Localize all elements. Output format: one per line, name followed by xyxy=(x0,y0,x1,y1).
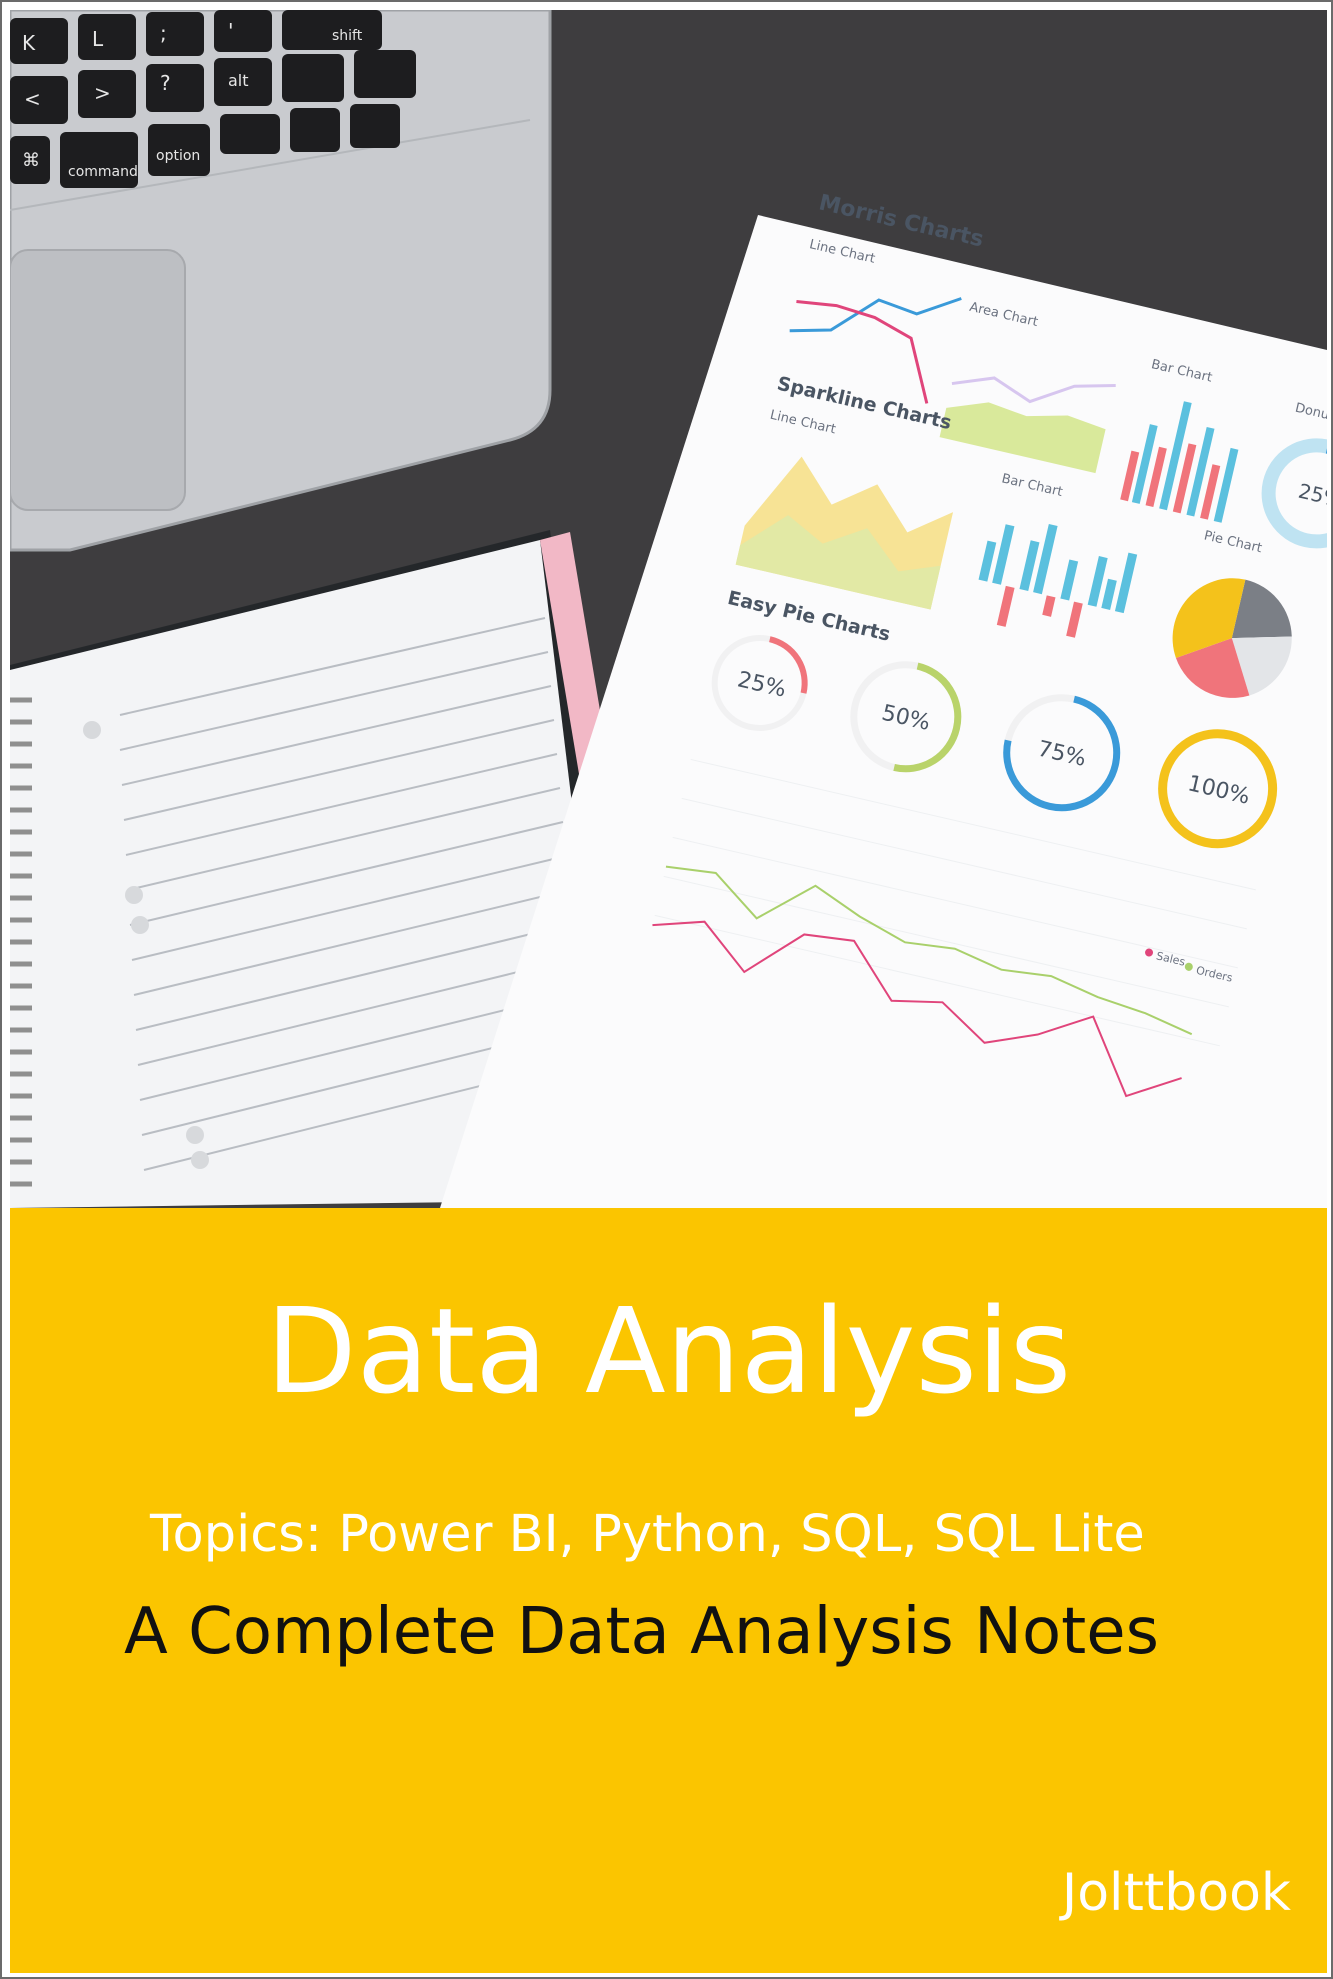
key-cmd-symbol: ⌘ xyxy=(22,150,40,171)
book-title: Data Analysis xyxy=(265,1282,1072,1420)
laptop: K L ; ' < > ? alt ⌘ command option shift xyxy=(10,10,552,552)
key-semicolon-label: ; xyxy=(160,21,167,45)
cover-photo: K L ; ' < > ? alt ⌘ command option shift xyxy=(10,10,1327,1208)
key-alt-label: alt xyxy=(228,71,249,90)
book-subtitle: A Complete Data Analysis Notes xyxy=(124,1595,1159,1669)
key-k-label: K xyxy=(22,31,36,55)
key-command-label: command xyxy=(68,164,138,180)
key-l-label: L xyxy=(92,27,104,51)
desk-scene: K L ; ' < > ? alt ⌘ command option shift xyxy=(10,10,1327,1208)
key-shift-label: shift xyxy=(332,28,363,44)
book-topics: Topics: Power BI, Python, SQL, SQL Lite xyxy=(150,1505,1145,1564)
book-cover: K L ; ' < > ? alt ⌘ command option shift xyxy=(0,0,1333,1979)
key-greater-label: > xyxy=(94,81,111,105)
publisher-brand: Jolttbook xyxy=(1061,1863,1291,1923)
key-less-label: < xyxy=(24,87,41,111)
key-quote-label: ' xyxy=(228,19,234,43)
key-option-label: option xyxy=(156,148,200,164)
key-question-label: ? xyxy=(160,71,171,95)
laptop-trackpad xyxy=(10,249,186,511)
